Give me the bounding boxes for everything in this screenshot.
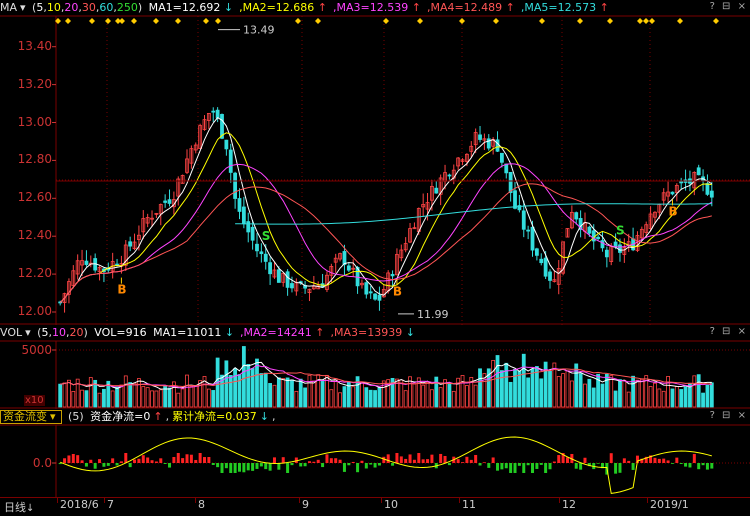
y-tick: 12.80 <box>17 152 52 167</box>
svg-text:S: S <box>616 224 625 238</box>
flow-y-tick: 0.0 <box>32 456 52 470</box>
x-tick: 11 <box>462 498 476 511</box>
svg-text:11.99: 11.99 <box>417 308 449 321</box>
vol-unit: x10 <box>24 395 45 406</box>
y-tick: 13.00 <box>17 114 52 129</box>
x-tick: 7 <box>107 498 114 511</box>
period-selector[interactable]: 日线↓ <box>4 499 34 515</box>
volume-chart <box>0 340 750 409</box>
y-tick: 12.60 <box>17 190 52 205</box>
time-axis: 日线↓ 2018/6 7 8 9 10 11 12 2019/1 <box>0 497 750 516</box>
y-tick: 12.00 <box>17 304 52 318</box>
svg-text:S: S <box>262 229 271 243</box>
x-tick: 10 <box>384 498 398 511</box>
price-panel[interactable]: MA ▾ (5,10,20,30,60,250) MA1=12.692 ↓ ,MA2… <box>0 0 750 325</box>
vol-y-tick: 5000 <box>21 343 52 357</box>
x-tick: 9 <box>302 498 309 511</box>
x-tick: 2018/6 <box>60 498 99 511</box>
x-tick: 12 <box>562 498 576 511</box>
svg-text:B: B <box>393 284 402 298</box>
candlestick-chart: 13.49 11.99 B S B S B <box>0 15 750 325</box>
svg-text:13.49: 13.49 <box>243 24 275 37</box>
y-tick: 12.20 <box>17 266 52 281</box>
svg-text:B: B <box>117 283 126 297</box>
y-tick: 12.40 <box>17 228 52 243</box>
y-tick: 13.40 <box>17 38 52 53</box>
volume-panel[interactable]: VOL ▾ (5,10,20) VOL=916 MA1=11011 ↓ ,MA2=1… <box>0 325 750 409</box>
svg-text:B: B <box>668 204 677 218</box>
y-tick: 13.20 <box>17 76 52 91</box>
x-tick: 8 <box>198 498 205 511</box>
x-tick: 2019/1 <box>650 498 689 511</box>
fund-flow-chart <box>0 424 750 497</box>
fund-flow-panel[interactable]: 资金流变 ▾ (5) 资金净流=0 ↑, 累计净流=0.037 ↓, ? ⊟ × 0.0 <box>0 409 750 497</box>
